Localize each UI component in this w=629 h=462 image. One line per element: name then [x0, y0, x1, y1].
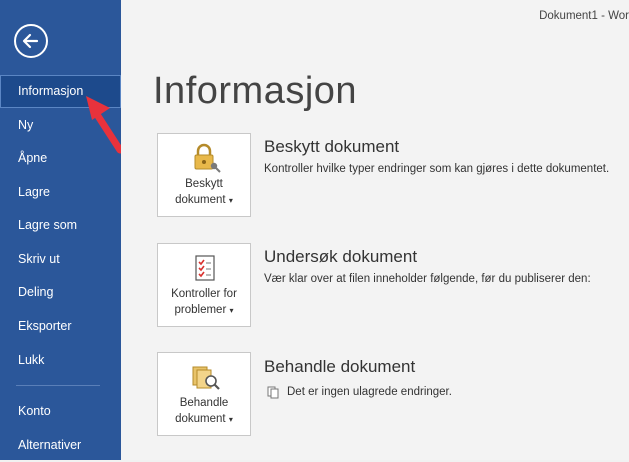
protect-document-label: Beskytt dokument ▾	[175, 178, 233, 206]
protect-document-button[interactable]: Beskytt dokument ▾	[157, 133, 251, 217]
inspect-section-heading: Undersøk dokument	[264, 247, 418, 266]
nav-item-deling[interactable]: Deling	[0, 276, 121, 309]
manage-document-button[interactable]: Behandle dokument ▾	[157, 352, 251, 436]
nav-item-alternativer[interactable]: Alternativer	[0, 429, 121, 462]
nav-item-lagre-som[interactable]: Lagre som	[0, 209, 121, 242]
manage-section-heading: Behandle dokument	[264, 357, 416, 376]
document-small-icon	[267, 386, 279, 399]
info-pane: Dokument1 - Wor Informasjon Beskytt doku…	[121, 0, 629, 460]
nav-item-lukk[interactable]: Lukk	[0, 344, 121, 377]
inspect-section-description: Vær klar over at filen inneholder følgen…	[264, 273, 591, 285]
nav-item-konto[interactable]: Konto	[0, 395, 121, 428]
check-for-issues-label: Kontroller for problemer ▾	[171, 288, 237, 316]
protect-section-heading: Beskytt dokument	[264, 137, 400, 156]
protect-section-description: Kontroller hvilke typer endringer som ka…	[264, 163, 610, 175]
backstage-sidebar: Informasjon Ny Åpne Lagre Lagre som Skri…	[0, 0, 121, 460]
document-search-icon	[192, 366, 220, 390]
nav-item-skriv-ut[interactable]: Skriv ut	[0, 243, 121, 276]
lock-key-icon	[194, 143, 221, 173]
sidebar-divider	[16, 385, 100, 386]
window-title: Dokument1 - Wor	[539, 10, 629, 22]
back-arrow-icon	[22, 33, 39, 49]
manage-document-label: Behandle dokument ▾	[175, 397, 233, 425]
back-button[interactable]	[14, 24, 48, 58]
checklist-icon	[195, 255, 215, 281]
page-title: Informasjon	[153, 70, 358, 112]
nav-item-lagre[interactable]: Lagre	[0, 176, 121, 209]
manage-section-description: Det er ingen ulagrede endringer.	[287, 386, 452, 398]
nav-item-eksporter[interactable]: Eksporter	[0, 310, 121, 343]
check-for-issues-button[interactable]: Kontroller for problemer ▾	[157, 243, 251, 327]
